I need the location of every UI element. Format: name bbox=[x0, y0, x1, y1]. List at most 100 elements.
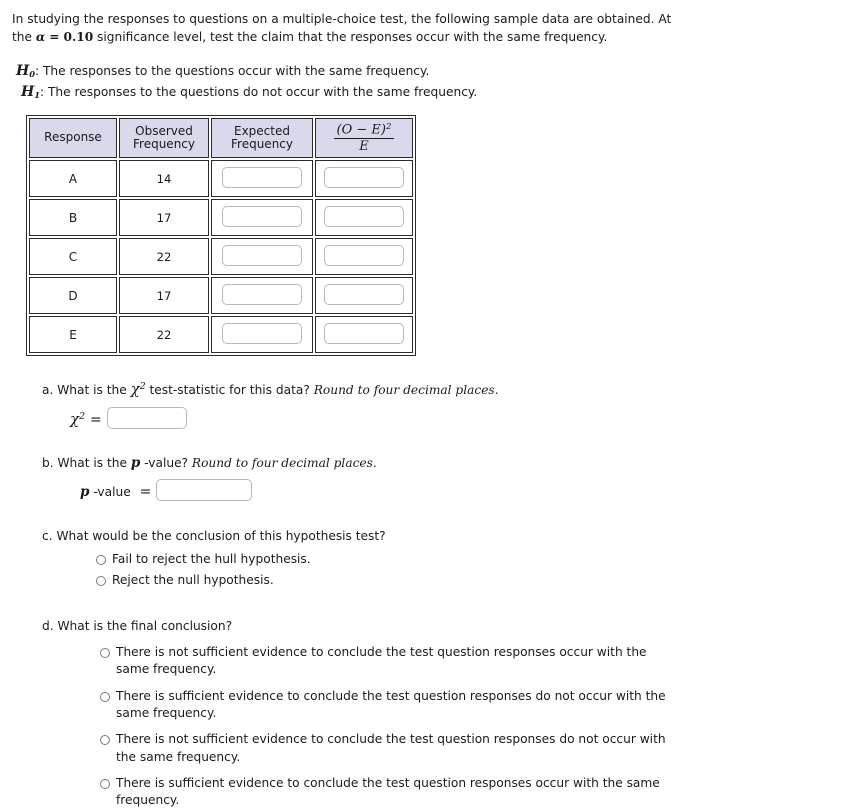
cell-chi-term bbox=[315, 160, 413, 198]
chi-numerator-body: O − E bbox=[341, 122, 381, 138]
cell-expected bbox=[211, 160, 313, 198]
chi-term-input[interactable] bbox=[324, 244, 404, 266]
header-expected-frequency: Expected Frequency bbox=[211, 118, 313, 159]
chi-term-input[interactable] bbox=[324, 205, 404, 227]
table-row: E 22 bbox=[29, 316, 413, 354]
radio-button-icon[interactable] bbox=[96, 575, 106, 586]
radio-option[interactable]: There is not sufficient evidence to conc… bbox=[100, 644, 832, 679]
question-b-prompt: b. What is the p -value? Round to four d… bbox=[42, 453, 832, 473]
expected-frequency-input[interactable] bbox=[222, 322, 302, 344]
question-a: a. What is the χ2 test-statistic for thi… bbox=[42, 378, 832, 431]
header-expected-line2: Frequency bbox=[231, 137, 293, 152]
radio-button-icon[interactable] bbox=[100, 691, 110, 702]
chi-term-input[interactable] bbox=[324, 283, 404, 305]
radio-option[interactable]: There is not sufficient evidence to conc… bbox=[100, 731, 832, 766]
question-d-label: d. What is the final conclusion? bbox=[42, 618, 233, 633]
radio-option-label: There is not sufficient evidence to conc… bbox=[116, 645, 647, 677]
table-header-row: Response Observed Frequency Expected Fre… bbox=[29, 118, 413, 159]
chi-square-statistic-input[interactable] bbox=[106, 406, 187, 429]
expected-frequency-input[interactable] bbox=[222, 205, 302, 227]
expected-frequency-input[interactable] bbox=[222, 166, 302, 188]
header-response: Response bbox=[29, 118, 117, 159]
chi-symbol: χ2 bbox=[131, 380, 146, 398]
question-b-answer-row: p -value = bbox=[80, 478, 832, 503]
question-b: b. What is the p -value? Round to four d… bbox=[42, 453, 832, 503]
header-observed-line2: Frequency bbox=[133, 137, 195, 152]
chi-term-numerator: (O − E)2 bbox=[334, 121, 395, 138]
question-a-answer-row: χ2 = bbox=[70, 406, 832, 431]
p-value-input[interactable] bbox=[156, 478, 253, 501]
radio-option[interactable]: There is sufficient evidence to conclude… bbox=[100, 688, 832, 723]
p-value-label: -value bbox=[89, 484, 135, 499]
chi-term-fraction: (O − E)2 E bbox=[333, 121, 395, 154]
radio-button-icon[interactable] bbox=[100, 735, 110, 746]
cell-response: A bbox=[29, 160, 117, 198]
chi-answer-symbol: χ2 bbox=[70, 410, 85, 428]
question-a-label: a. What is the bbox=[42, 383, 131, 398]
cell-response: C bbox=[29, 238, 117, 276]
alpha-symbol: α bbox=[35, 30, 46, 45]
cell-expected bbox=[211, 238, 313, 276]
alternative-hypothesis: H1: The responses to the questions do no… bbox=[16, 82, 832, 103]
question-b-label-part2: -value? bbox=[140, 455, 192, 470]
chi-numerator-exponent: 2 bbox=[386, 121, 392, 132]
expected-frequency-input[interactable] bbox=[222, 244, 302, 266]
question-c: c. What would be the conclusion of this … bbox=[42, 527, 832, 589]
equals-sign: = bbox=[49, 30, 60, 45]
question-a-rest: test-statistic for this data? bbox=[145, 383, 314, 398]
expected-frequency-input[interactable] bbox=[222, 283, 302, 305]
problem-statement: In studying the responses to questions o… bbox=[12, 10, 672, 47]
radio-button-icon[interactable] bbox=[100, 648, 110, 659]
alternative-hypothesis-symbol: H bbox=[21, 83, 35, 100]
chi-term-input[interactable] bbox=[324, 322, 404, 344]
table-row: D 17 bbox=[29, 277, 413, 315]
alpha-value: 0.10 bbox=[63, 30, 94, 45]
radio-button-icon[interactable] bbox=[96, 555, 106, 566]
cell-chi-term bbox=[315, 238, 413, 276]
chi-term-denominator: E bbox=[333, 137, 395, 154]
null-hypothesis-text: : The responses to the questions occur w… bbox=[35, 63, 430, 78]
radio-option-label: There is not sufficient evidence to conc… bbox=[116, 732, 666, 764]
problem-statement-part2: significance level, test the claim that … bbox=[93, 30, 608, 45]
radio-button-icon[interactable] bbox=[100, 779, 110, 790]
cell-chi-term bbox=[315, 316, 413, 354]
header-chi-square-term: (O − E)2 E bbox=[315, 118, 413, 159]
p-value-equals: = bbox=[139, 483, 152, 500]
question-a-prompt: a. What is the χ2 test-statistic for thi… bbox=[42, 378, 832, 401]
question-a-note: Round to four decimal places. bbox=[313, 383, 499, 398]
radio-option[interactable]: There is sufficient evidence to conclude… bbox=[100, 775, 832, 810]
radio-option[interactable]: Fail to reject the hull hypothesis. bbox=[96, 551, 832, 568]
cell-observed: 22 bbox=[119, 316, 209, 354]
question-b-label-part1: b. What is the bbox=[42, 455, 131, 470]
table-row: B 17 bbox=[29, 199, 413, 237]
cell-response: D bbox=[29, 277, 117, 315]
question-b-note: Round to four decimal places. bbox=[191, 455, 377, 470]
question-d-options: There is not sufficient evidence to conc… bbox=[100, 644, 832, 810]
cell-expected bbox=[211, 199, 313, 237]
question-d: d. What is the final conclusion? There i… bbox=[42, 617, 832, 810]
question-c-label: c. What would be the conclusion of this … bbox=[42, 528, 386, 543]
p-symbol: p bbox=[130, 454, 141, 471]
chi-glyph: χ bbox=[130, 380, 140, 399]
cell-response: B bbox=[29, 199, 117, 237]
cell-observed: 17 bbox=[119, 277, 209, 315]
cell-observed: 22 bbox=[119, 238, 209, 276]
header-observed-frequency: Observed Frequency bbox=[119, 118, 209, 159]
header-observed-line1: Observed bbox=[135, 123, 193, 138]
table-body: A 14 B 17 C 22 D 17 E 22 bbox=[29, 160, 413, 354]
table-row: C 22 bbox=[29, 238, 413, 276]
cell-chi-term bbox=[315, 199, 413, 237]
frequency-table: Response Observed Frequency Expected Fre… bbox=[26, 115, 416, 357]
null-hypothesis: H0: The responses to the questions occur… bbox=[16, 61, 832, 82]
cell-chi-term bbox=[315, 277, 413, 315]
radio-option-label: Fail to reject the hull hypothesis. bbox=[112, 552, 311, 567]
radio-option[interactable]: Reject the null hypothesis. bbox=[96, 572, 832, 589]
hypotheses-block: H0: The responses to the questions occur… bbox=[16, 61, 832, 104]
chi-answer-equals: = bbox=[90, 411, 102, 428]
chi-answer-glyph: χ bbox=[70, 409, 80, 428]
header-expected-line1: Expected bbox=[234, 123, 290, 138]
chi-term-input[interactable] bbox=[324, 166, 404, 188]
cell-expected bbox=[211, 277, 313, 315]
cell-expected bbox=[211, 316, 313, 354]
cell-observed: 17 bbox=[119, 199, 209, 237]
